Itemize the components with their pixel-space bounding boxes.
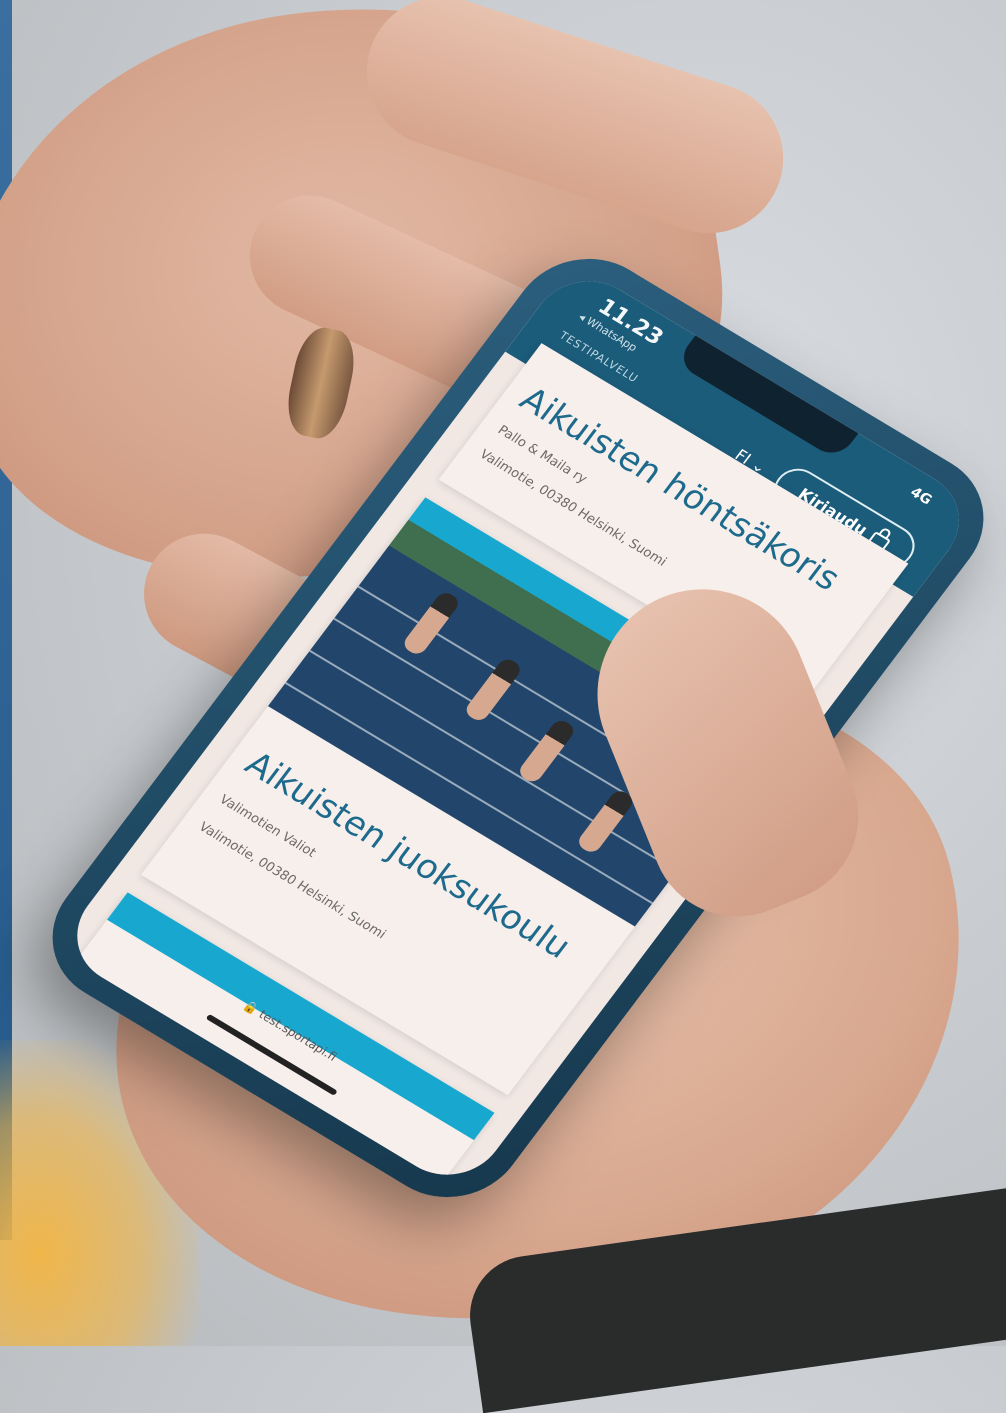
runner-figure xyxy=(575,787,637,856)
signal-indicator: 4G xyxy=(906,484,935,509)
runner-figure xyxy=(516,717,578,785)
runner-figure xyxy=(400,589,462,658)
